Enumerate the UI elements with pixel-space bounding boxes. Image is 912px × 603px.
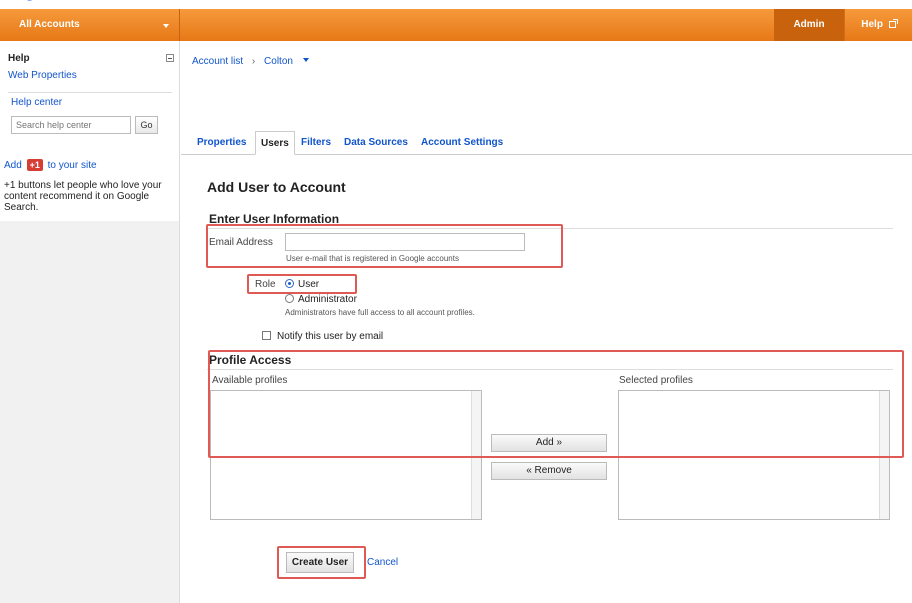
- chevron-down-icon[interactable]: [302, 58, 309, 62]
- administrator-hint: Administrators have full access to all a…: [285, 308, 475, 317]
- help-button[interactable]: Help: [844, 9, 912, 41]
- help-search-input[interactable]: [11, 116, 131, 134]
- breadcrumb-separator-icon: ›: [251, 56, 256, 67]
- add-profile-button[interactable]: Add »: [491, 434, 607, 452]
- notify-user-label: Notify this user by email: [277, 331, 384, 342]
- top-strip: [0, 0, 912, 9]
- user-info-section-title: Enter User Information: [209, 212, 340, 226]
- available-profiles-label: Available profiles: [212, 375, 288, 386]
- web-properties-link[interactable]: Web Properties: [8, 70, 77, 81]
- section-divider: [207, 369, 893, 370]
- account-selector[interactable]: All Accounts: [0, 9, 180, 41]
- tab-account-settings[interactable]: Account Settings: [421, 137, 503, 148]
- chevron-down-icon: [163, 24, 169, 28]
- page-title: Add User to Account: [207, 179, 346, 195]
- email-hint: User e-mail that is registered in Google…: [286, 254, 459, 263]
- sidebar-divider: [8, 92, 172, 93]
- add-prefix: Add: [4, 160, 22, 171]
- sidebar-panel: Help Web Properties Help center Go Add +…: [0, 41, 179, 221]
- tab-users[interactable]: Users: [255, 131, 295, 155]
- selected-profiles-scrollbar[interactable]: [879, 391, 889, 519]
- top-navigation-bar: All Accounts Admin Help: [0, 9, 912, 41]
- external-link-icon: [888, 19, 898, 28]
- email-field[interactable]: [285, 233, 525, 251]
- google-plus-one-icon: +1: [26, 159, 43, 171]
- remove-profile-button[interactable]: « Remove: [491, 462, 607, 480]
- help-button-label: Help: [861, 19, 883, 30]
- tab-filters[interactable]: Filters: [301, 137, 331, 148]
- breadcrumb-account-list[interactable]: Account list: [192, 56, 243, 67]
- role-label: Role: [255, 279, 276, 290]
- add-plus-one-link[interactable]: Add +1 to your site: [4, 159, 97, 171]
- available-profiles-list[interactable]: [210, 390, 482, 520]
- help-center-link[interactable]: Help center: [11, 97, 62, 108]
- role-user-label: User: [298, 279, 320, 290]
- breadcrumb: Account list › Colton: [192, 56, 309, 67]
- google-logo-fragment: [26, 0, 33, 1]
- role-administrator-label: Administrator: [298, 294, 357, 305]
- add-suffix: to your site: [47, 160, 97, 171]
- main-content: Account list › Colton Properties Users F…: [181, 41, 912, 603]
- admin-tabs: Properties Users Filters Data Sources Ac…: [181, 131, 912, 155]
- role-administrator-radio[interactable]: [285, 294, 294, 303]
- selected-profiles-list[interactable]: [618, 390, 890, 520]
- account-selector-label: All Accounts: [19, 19, 80, 30]
- collapse-icon[interactable]: [166, 54, 174, 62]
- section-divider: [207, 228, 893, 229]
- selected-profiles-label: Selected profiles: [619, 375, 693, 386]
- help-search-go-button[interactable]: Go: [135, 116, 158, 134]
- available-profiles-scrollbar[interactable]: [471, 391, 481, 519]
- email-label: Email Address: [209, 237, 273, 248]
- create-user-button[interactable]: Create User: [286, 552, 354, 573]
- cancel-link[interactable]: Cancel: [367, 557, 398, 568]
- tab-data-sources[interactable]: Data Sources: [344, 137, 408, 148]
- role-user-radio[interactable]: [285, 279, 294, 288]
- profile-access-section-title: Profile Access: [209, 353, 292, 367]
- breadcrumb-current-account[interactable]: Colton: [264, 56, 293, 67]
- sidebar-help-title: Help: [8, 53, 30, 64]
- notify-user-checkbox[interactable]: [262, 331, 271, 340]
- admin-button[interactable]: Admin: [774, 9, 844, 41]
- help-sidebar: Help Web Properties Help center Go Add +…: [0, 41, 180, 603]
- tab-properties[interactable]: Properties: [197, 137, 246, 148]
- plus-one-description: +1 buttons let people who love your cont…: [4, 180, 162, 213]
